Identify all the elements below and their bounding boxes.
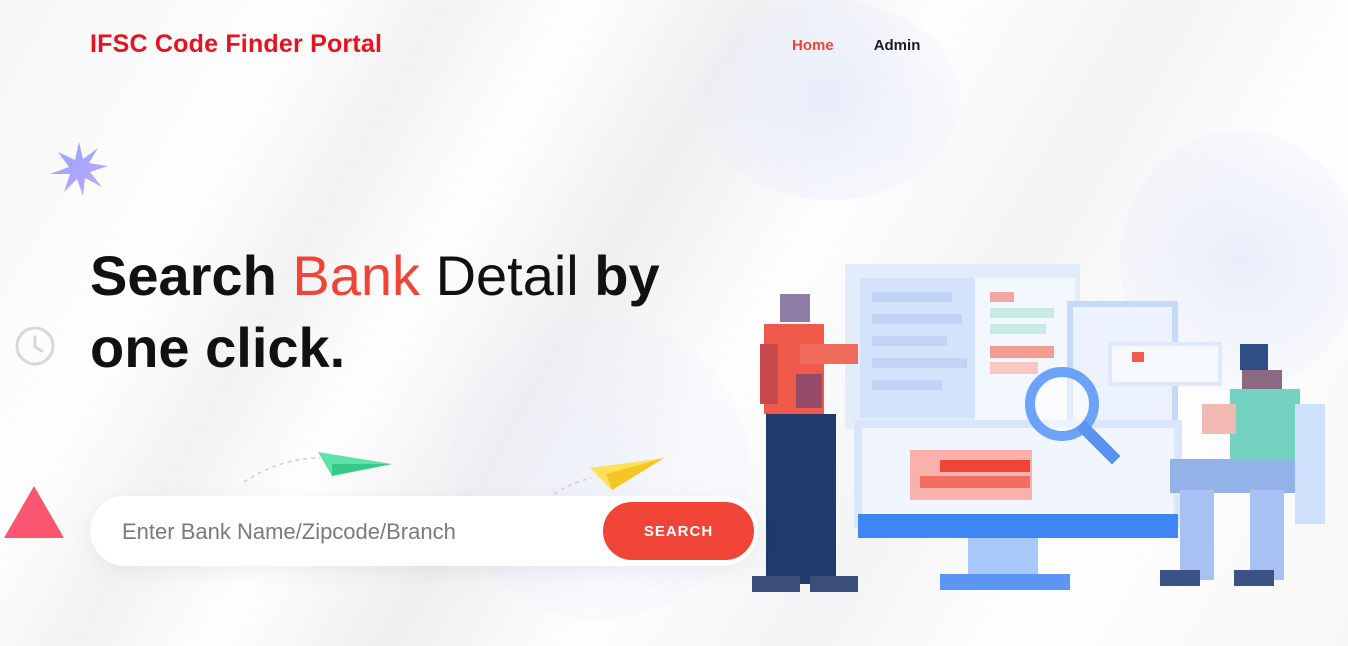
hero-title-accent: Bank <box>292 244 420 307</box>
hero-title-word: Detail <box>435 244 579 307</box>
hero-title-word: by <box>594 244 660 307</box>
nav-link-home[interactable]: Home <box>792 37 834 54</box>
illustration-panel <box>1108 342 1222 386</box>
hero-title-word: Search <box>90 244 277 307</box>
main-nav: Home Admin <box>792 37 920 54</box>
hero-title: Search Bank Detail by one click. <box>90 240 730 384</box>
paper-plane-icon <box>553 458 664 495</box>
starburst-icon <box>50 142 108 196</box>
paper-plane-icon <box>243 452 392 483</box>
search-input[interactable] <box>120 514 594 550</box>
hero-illustration <box>752 264 1325 592</box>
search-button[interactable]: SEARCH <box>601 500 756 562</box>
brand-logo-text[interactable]: IFSC Code Finder Portal <box>90 30 382 59</box>
hero-title-line2: one click. <box>90 316 346 379</box>
search-bar: SEARCH <box>90 496 758 566</box>
clock-icon <box>15 326 55 366</box>
person-figure <box>1240 344 1268 370</box>
triangle-icon <box>4 486 64 538</box>
person-figure <box>780 294 810 322</box>
nav-link-admin[interactable]: Admin <box>874 37 921 54</box>
site-header: IFSC Code Finder Portal Home Admin <box>0 0 1348 92</box>
